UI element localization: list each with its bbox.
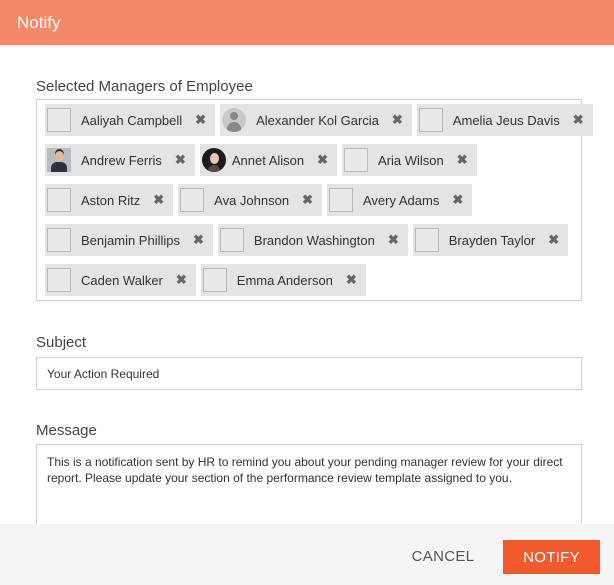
managers-chip-input[interactable]: Aaliyah Campbell ✖ Alexander Kol Garcia … (36, 99, 593, 301)
manager-chip: Aston Ritz ✖ (45, 184, 174, 216)
remove-chip-icon[interactable]: ✖ (388, 232, 399, 248)
remove-chip-icon[interactable]: ✖ (548, 232, 559, 248)
manager-chip: Aria Wilson ✖ (342, 144, 477, 176)
remove-chip-icon[interactable]: ✖ (346, 272, 357, 288)
remove-chip-icon[interactable]: ✖ (175, 152, 186, 168)
remove-chip-icon[interactable]: ✖ (573, 112, 584, 128)
dialog-header: Notify (0, 0, 614, 45)
generic-person-icon (222, 108, 247, 132)
managers-label: Selected Managers of Employee (36, 78, 253, 95)
manager-name: Emma Anderson (236, 272, 333, 288)
chip-row: Aaliyah Campbell ✖ Alexander Kol Garcia … (45, 104, 593, 136)
manager-chip: Brandon Washington ✖ (217, 224, 408, 256)
manager-name: Andrew Ferris (81, 152, 162, 168)
subject-field[interactable]: Your Action Required (36, 357, 582, 390)
manager-name: Alexander Kol Garcia (256, 112, 379, 128)
chip-row: Caden Walker ✖ Emma Anderson ✖ (45, 264, 581, 296)
message-textarea[interactable]: This is a notification sent by HR to rem… (36, 444, 582, 524)
chip-row: Benjamin Phillips ✖ Brandon Washington ✖… (45, 224, 581, 256)
chip-row: Andrew Ferris ✖ Annet Alison ✖ Aria Wils… (45, 144, 581, 176)
avatar-photo (201, 148, 226, 172)
avatar-placeholder-icon (344, 148, 369, 172)
remove-chip-icon[interactable]: ✖ (176, 272, 187, 288)
remove-chip-icon[interactable]: ✖ (302, 192, 313, 208)
manager-chip: Emma Anderson ✖ (200, 264, 366, 296)
manager-name: Amelia Jeus Davis (452, 112, 560, 128)
manager-chip: Aaliyah Campbell ✖ (45, 104, 216, 136)
remove-chip-icon[interactable]: ✖ (457, 152, 468, 168)
manager-chip: Andrew Ferris ✖ (45, 144, 195, 176)
manager-name: Annet Alison (231, 152, 305, 168)
manager-chip: Benjamin Phillips ✖ (45, 224, 213, 256)
subject-label: Subject (36, 334, 87, 351)
manager-chip: Alexander Kol Garcia ✖ (220, 104, 412, 136)
avatar-placeholder-icon (47, 268, 71, 292)
avatar-placeholder-icon (418, 108, 443, 132)
chip-row: Aston Ritz ✖ Ava Johnson ✖ Avery Adams ✖ (45, 184, 581, 216)
remove-chip-icon[interactable]: ✖ (193, 232, 204, 248)
manager-chip: Caden Walker ✖ (45, 264, 196, 296)
avatar-photo (47, 148, 71, 172)
avatar-placeholder-icon (47, 108, 71, 132)
avatar-placeholder-icon (47, 188, 71, 212)
manager-chip: Ava Johnson ✖ (178, 184, 322, 216)
remove-chip-icon[interactable]: ✖ (153, 192, 164, 208)
cancel-button[interactable]: CANCEL (402, 542, 484, 570)
manager-name: Aston Ritz (81, 192, 141, 208)
avatar-placeholder-icon (47, 228, 71, 252)
avatar-placeholder-icon (329, 188, 353, 212)
manager-name: Brandon Washington (253, 232, 375, 248)
avatar-placeholder-icon (180, 188, 205, 212)
manager-name: Aria Wilson (378, 152, 444, 168)
manager-name: Avery Adams (363, 192, 440, 208)
manager-chip: Avery Adams ✖ (327, 184, 473, 216)
remove-chip-icon[interactable]: ✖ (452, 192, 463, 208)
manager-chip: Brayden Taylor ✖ (412, 224, 569, 256)
manager-chip: Annet Alison ✖ (199, 144, 338, 176)
manager-name: Benjamin Phillips (81, 232, 180, 248)
avatar-placeholder-icon (202, 268, 227, 292)
remove-chip-icon[interactable]: ✖ (195, 112, 206, 128)
notify-button[interactable]: NOTIFY (503, 540, 600, 574)
manager-name: Aaliyah Campbell (81, 112, 183, 128)
remove-chip-icon[interactable]: ✖ (392, 112, 403, 128)
remove-chip-icon[interactable]: ✖ (317, 152, 328, 168)
message-label: Message (36, 422, 97, 439)
dialog-footer: CANCEL NOTIFY (0, 524, 614, 585)
manager-name: Brayden Taylor (448, 232, 536, 248)
avatar-placeholder-icon (219, 228, 244, 252)
manager-name: Ava Johnson (214, 192, 290, 208)
manager-chip: Amelia Jeus Davis ✖ (416, 104, 593, 136)
avatar-placeholder-icon (414, 228, 439, 252)
manager-name: Caden Walker (81, 272, 163, 288)
dialog-title: Notify (17, 12, 61, 32)
